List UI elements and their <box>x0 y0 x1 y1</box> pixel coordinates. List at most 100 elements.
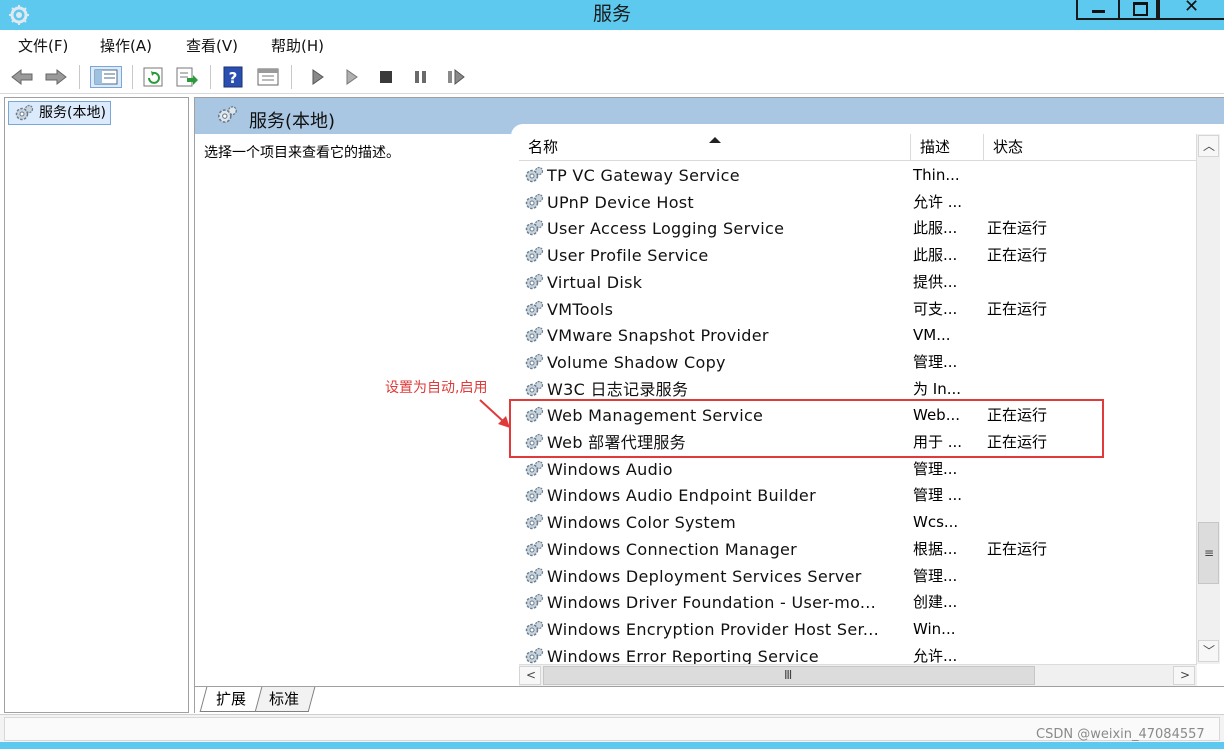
vertical-scrollbar[interactable]: ︿ ≡ ﹀ <box>1196 134 1220 664</box>
chevron-right-icon: > <box>1180 668 1191 682</box>
table-row[interactable]: TP VC Gateway Service Thin... <box>519 162 1201 189</box>
table-row[interactable]: User Access Logging Service 此服... 正在运行 <box>519 215 1201 242</box>
services-gear-icon <box>15 104 34 121</box>
table-row[interactable]: Windows Color System Wcs... <box>519 509 1201 536</box>
start-service-icon[interactable] <box>306 66 330 88</box>
service-name: Windows Color System <box>547 513 737 533</box>
service-name: TP VC Gateway Service <box>547 166 740 185</box>
service-name: VMware Snapshot Provider <box>547 326 769 346</box>
help-icon[interactable]: ? <box>221 66 245 88</box>
annotation-highlight-box <box>509 399 1104 458</box>
service-status: 正在运行 <box>987 299 1048 318</box>
sort-ascending-icon <box>709 137 721 143</box>
menu-help[interactable]: 帮助(H) <box>271 35 324 56</box>
scroll-right-button[interactable]: > <box>1173 666 1195 685</box>
watermark: CSDN @weixin_47084557 <box>1036 727 1205 742</box>
pane-title: 服务(本地) <box>249 111 336 132</box>
window-bottom-border <box>0 742 1224 749</box>
column-header-description[interactable]: 描述 <box>911 134 984 160</box>
service-description: 允许 ... <box>913 192 963 211</box>
start-service-alt-icon[interactable] <box>340 66 364 88</box>
service-description: 管理... <box>913 352 958 371</box>
table-row[interactable]: Windows Deployment Services Server 管理... <box>519 563 1201 590</box>
service-name: Windows Audio <box>547 459 673 479</box>
scroll-left-button[interactable]: < <box>519 666 541 685</box>
table-row[interactable]: Windows Driver Foundation - User-mo... 创建… <box>519 589 1201 616</box>
service-name: User Profile Service <box>547 246 709 266</box>
table-row[interactable]: Windows Encryption Provider Host Ser... W… <box>519 616 1201 643</box>
services-gear-icon <box>218 106 237 123</box>
table-row[interactable]: Windows Audio 管理... <box>519 456 1201 483</box>
close-button[interactable]: ✕ <box>1158 0 1224 20</box>
tab-extended[interactable]: 扩展 <box>199 687 263 712</box>
service-status: 正在运行 <box>987 246 1048 265</box>
service-name: User Access Logging Service <box>547 219 785 239</box>
service-status: 正在运行 <box>987 219 1048 238</box>
service-description: Win... <box>913 619 956 638</box>
scroll-down-button[interactable]: ﹀ <box>1198 640 1219 662</box>
minimize-button[interactable] <box>1076 0 1120 20</box>
service-name: Windows Deployment Services Server <box>547 566 862 586</box>
tab-standard[interactable]: 标准 <box>252 687 316 712</box>
horizontal-scroll-thumb[interactable]: Ⅲ <box>543 666 1035 685</box>
table-row[interactable]: UPnP Device Host 允许 ... <box>519 189 1201 216</box>
pause-service-icon[interactable] <box>408 66 432 88</box>
close-icon: ✕ <box>1184 0 1200 17</box>
toolbar: ? <box>0 60 1224 94</box>
column-header-name[interactable]: 名称 <box>519 134 911 160</box>
service-description: 提供... <box>913 272 958 291</box>
service-status: 正在运行 <box>987 539 1048 558</box>
service-name: Windows Error Reporting Service <box>547 646 819 664</box>
menu-bar: 文件(F) 操作(A) 查看(V) 帮助(H) <box>0 30 1224 60</box>
stop-service-icon[interactable] <box>374 66 398 88</box>
menu-view[interactable]: 查看(V) <box>186 35 238 56</box>
forward-arrow-icon[interactable] <box>44 66 68 88</box>
table-row[interactable]: Windows Error Reporting Service 允许... <box>519 643 1201 664</box>
service-description: 管理... <box>913 566 958 585</box>
grip-icon: ≡ <box>1204 546 1215 560</box>
service-gear-icon <box>523 646 545 664</box>
list-header: 名称 描述 状态 <box>519 134 1201 161</box>
chevron-down-icon: ﹀ <box>1203 644 1216 658</box>
service-description: 此服... <box>913 219 958 238</box>
vertical-scroll-thumb[interactable]: ≡ <box>1198 522 1219 584</box>
table-row[interactable]: Virtual Disk 提供... <box>519 269 1201 296</box>
service-description: 管理... <box>913 459 958 478</box>
table-row[interactable]: VMware Snapshot Provider VM... <box>519 322 1201 349</box>
console-tree-pane: 服务(本地) <box>4 97 189 713</box>
annotation-text: 设置为自动,启用 <box>385 380 488 396</box>
window-title: 服务 <box>592 3 631 25</box>
console-tree-icon[interactable] <box>90 66 122 88</box>
table-row[interactable]: VMTools 可支... 正在运行 <box>519 296 1201 323</box>
service-name: Windows Driver Foundation - User-mo... <box>547 593 877 613</box>
service-description: Thin... <box>913 166 960 184</box>
grip-icon: Ⅲ <box>784 668 793 682</box>
export-list-icon[interactable] <box>175 66 199 88</box>
table-row[interactable]: Windows Audio Endpoint Builder 管理 ... <box>519 482 1201 509</box>
menu-action[interactable]: 操作(A) <box>100 35 152 56</box>
svg-text:?: ? <box>229 69 238 87</box>
back-arrow-icon[interactable] <box>10 66 34 88</box>
table-row[interactable]: Volume Shadow Copy 管理... <box>519 349 1201 376</box>
refresh-icon[interactable] <box>141 66 165 88</box>
horizontal-scrollbar[interactable]: < Ⅲ > <box>519 664 1197 686</box>
column-header-status[interactable]: 状态 <box>984 134 1201 160</box>
service-description: 根据... <box>913 539 958 558</box>
tree-node-services-local[interactable]: 服务(本地) <box>8 101 111 125</box>
service-name: Volume Shadow Copy <box>547 352 726 372</box>
tree-node-label: 服务(本地) <box>39 105 106 121</box>
service-name: Windows Audio Endpoint Builder <box>547 486 816 506</box>
service-description: 创建... <box>913 593 958 612</box>
menu-file[interactable]: 文件(F) <box>18 35 68 56</box>
service-name: Windows Encryption Provider Host Ser... <box>547 619 880 639</box>
service-description: Wcs... <box>913 513 959 532</box>
resume-service-icon[interactable] <box>444 66 468 88</box>
chevron-left-icon: < <box>526 668 537 682</box>
service-description: 管理 ... <box>913 486 963 505</box>
properties-icon[interactable] <box>256 66 280 88</box>
table-row[interactable]: Windows Connection Manager 根据... 正在运行 <box>519 536 1201 563</box>
scroll-up-button[interactable]: ︿ <box>1198 135 1219 157</box>
table-row[interactable]: User Profile Service 此服... 正在运行 <box>519 242 1201 269</box>
maximize-button[interactable] <box>1118 0 1158 20</box>
title-bar: 服务 ✕ <box>0 0 1224 30</box>
